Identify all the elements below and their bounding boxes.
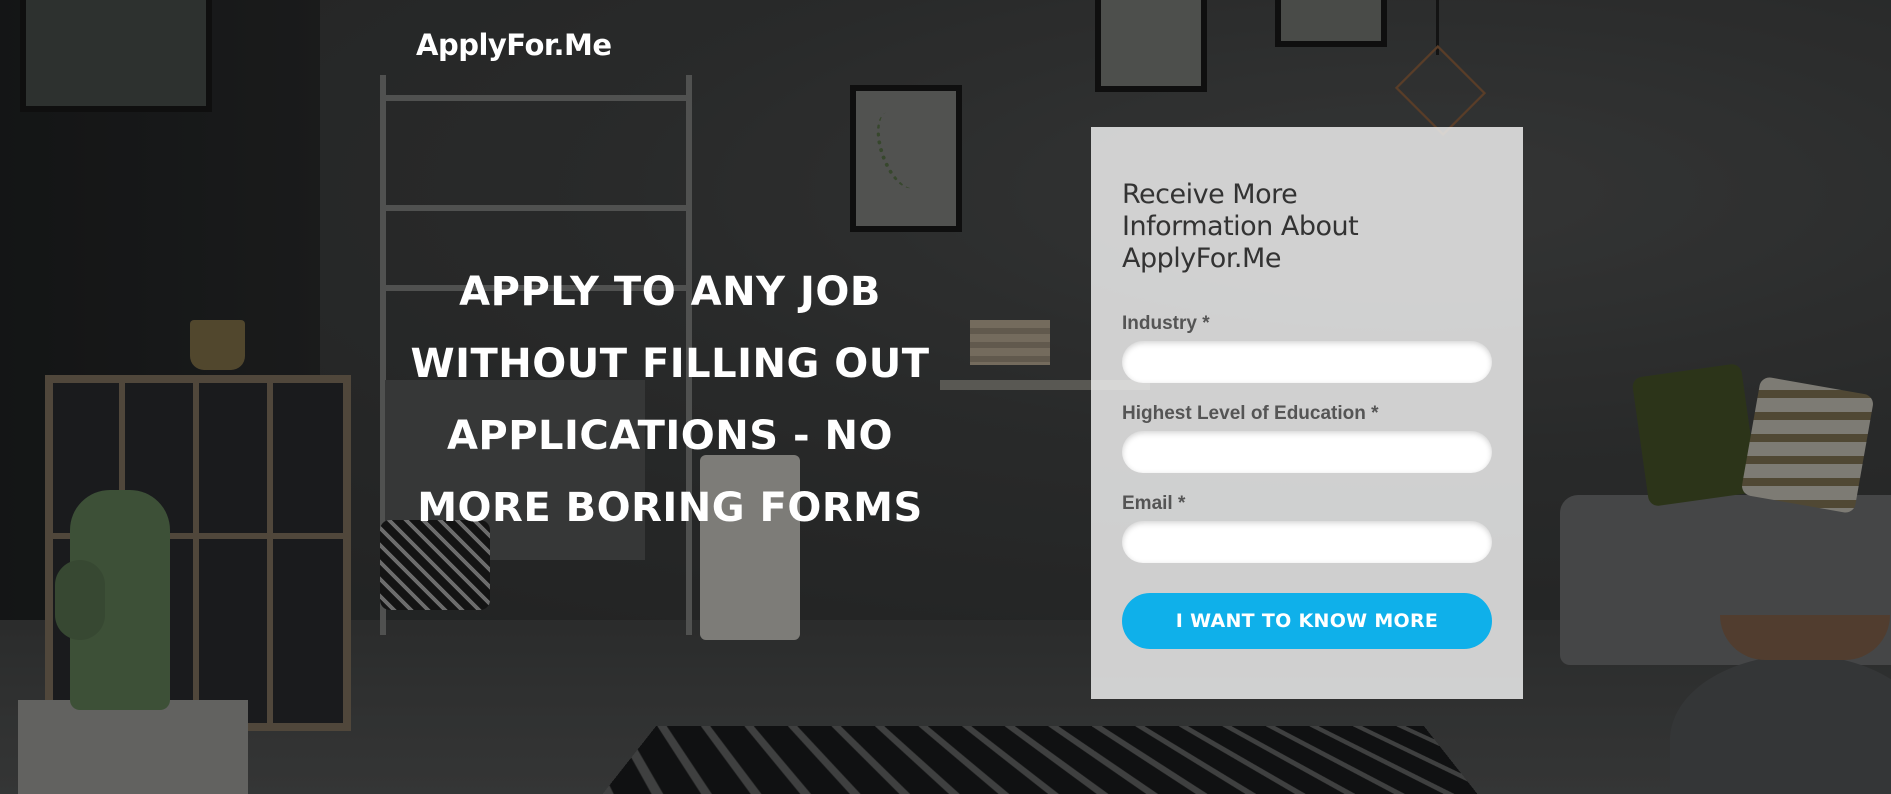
education-label: Highest Level of Education * (1122, 403, 1379, 424)
industry-input[interactable] (1122, 341, 1492, 383)
email-input[interactable] (1122, 521, 1492, 563)
industry-field-group: Industry * (1122, 313, 1492, 383)
hero-section: ApplyFor.Me APPLY TO ANY JOB WITHOUT FIL… (0, 0, 1891, 794)
industry-label: Industry * (1122, 313, 1210, 334)
email-field-group: Email * (1122, 493, 1492, 563)
education-field-group: Highest Level of Education * (1122, 403, 1492, 473)
hero-headline: APPLY TO ANY JOB WITHOUT FILLING OUT APP… (410, 269, 930, 531)
info-request-form: Receive More Information About ApplyFor.… (1091, 127, 1523, 699)
email-label: Email * (1122, 493, 1186, 514)
logo[interactable]: ApplyFor.Me (416, 28, 612, 62)
form-title: Receive More Information About ApplyFor.… (1122, 179, 1359, 274)
education-input[interactable] (1122, 431, 1492, 473)
submit-button[interactable]: I WANT TO KNOW MORE (1122, 593, 1492, 649)
